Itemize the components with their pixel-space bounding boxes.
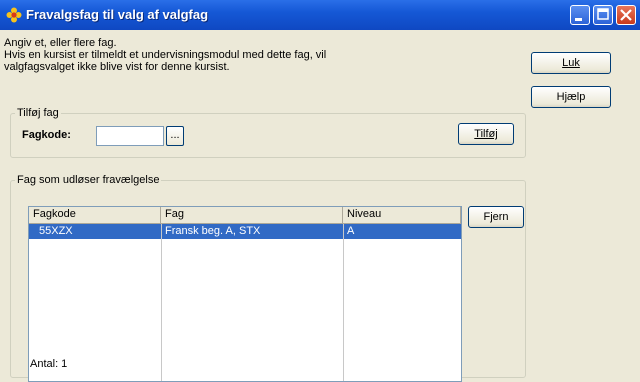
add-subject-legend: Tilføj fag (15, 107, 61, 119)
help-button[interactable]: Hjælp (531, 86, 611, 108)
cell-niveau: A (347, 225, 355, 237)
close-button[interactable] (616, 5, 636, 25)
intro-line-1: Angiv et, eller flere fag. (4, 37, 117, 49)
count-label: Antal: 1 (30, 358, 68, 370)
fagkode-input[interactable] (96, 126, 164, 146)
add-button[interactable]: Tilføj (458, 123, 514, 145)
intro-line-3: valgfagsvalget ikke blive vist for denne… (4, 61, 230, 73)
subjects-grid[interactable]: Fagkode Fag Niveau 55XZX Fransk beg. A, … (28, 206, 462, 382)
flower-icon (6, 7, 22, 23)
exclusion-legend: Fag som udløser fravælgelse (15, 174, 162, 186)
add-subject-group: Tilføj fag (10, 107, 526, 158)
column-header-niveau[interactable]: Niveau (343, 207, 461, 223)
intro-line-2: Hvis en kursist er tilmeldt et undervisn… (4, 49, 327, 61)
help-label: Hjælp (556, 91, 586, 103)
close-dialog-button[interactable]: Luk (531, 52, 611, 74)
cell-fagkode: 55XZX (39, 225, 73, 237)
add-label: Tilføj (474, 128, 498, 140)
grid-header: Fagkode Fag Niveau (29, 207, 461, 224)
column-header-fagkode[interactable]: Fagkode (29, 207, 161, 223)
remove-button[interactable]: Fjern (468, 206, 524, 228)
column-header-fag[interactable]: Fag (161, 207, 343, 223)
window-title: Fravalgsfag til valg af valgfag (26, 7, 209, 22)
lookup-button[interactable]: ... (166, 126, 184, 146)
table-row[interactable]: 55XZX Fransk beg. A, STX A (29, 224, 461, 239)
minimize-icon (575, 18, 582, 21)
intro-text: Angiv et, eller flere fag. Hvis en kursi… (4, 37, 326, 73)
luk-label: Luk (562, 57, 580, 69)
column-divider (161, 224, 162, 381)
column-divider (343, 224, 344, 381)
fagkode-label: Fagkode: (22, 129, 71, 141)
maximize-button[interactable] (593, 5, 613, 25)
maximize-icon (597, 8, 609, 20)
title-bar[interactable]: Fravalgsfag til valg af valgfag (0, 0, 640, 30)
cell-fag: Fransk beg. A, STX (165, 225, 261, 237)
close-icon (620, 9, 632, 21)
minimize-button[interactable] (570, 5, 590, 25)
dialog-content: Angiv et, eller flere fag. Hvis en kursi… (0, 30, 640, 382)
remove-label: Fjern (483, 211, 509, 223)
